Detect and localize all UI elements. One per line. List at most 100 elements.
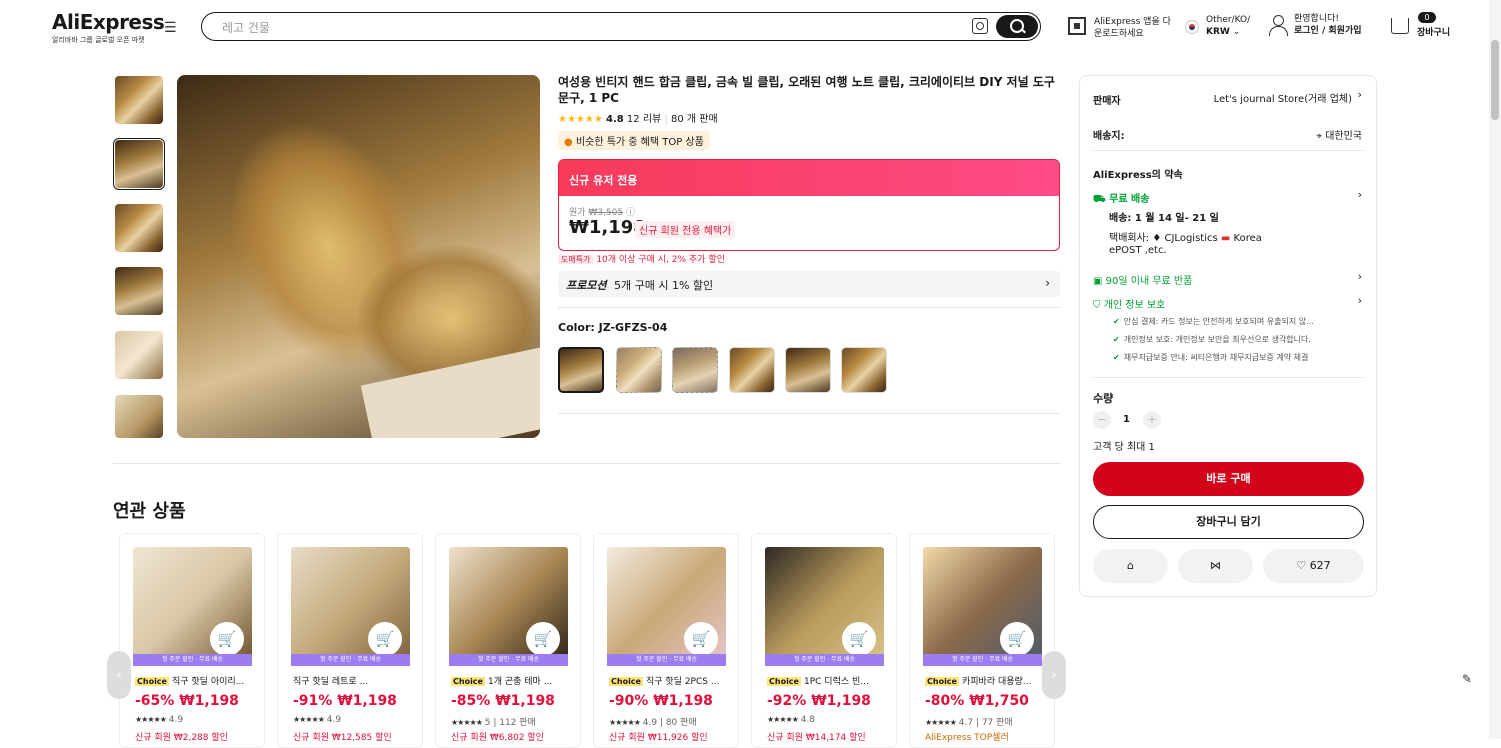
new-user-note: 신규 회원 ₩2,288 할인 <box>135 733 228 743</box>
wishlist-button[interactable]: ♡ 627 <box>1263 549 1364 583</box>
color-option[interactable] <box>558 347 604 393</box>
rating-row[interactable]: ★★★★★ 4.8 12 리뷰 | 80 개 판매 <box>558 110 718 125</box>
color-option[interactable] <box>841 347 887 393</box>
add-cart-icon[interactable]: 🛒 <box>526 622 560 656</box>
bulk-tag: 도매특가 <box>558 255 594 264</box>
color-option[interactable] <box>672 347 718 393</box>
product-image[interactable]: 🛒 <box>449 547 568 666</box>
main-product-image[interactable] <box>177 75 540 438</box>
product-image[interactable]: 🛒 <box>765 547 884 666</box>
color-option[interactable] <box>785 347 831 393</box>
product-card[interactable]: 🛒 첫 주문 할인 · 무료 배송 Choice 1개 곤충 테마 ... -85… <box>435 533 581 748</box>
privacy-protection[interactable]: ⛉ 개인 정보 보호 <box>1093 296 1165 311</box>
product-image[interactable]: 🛒 <box>923 547 1042 666</box>
free-shipping[interactable]: ⛟ 무료 배송 <box>1093 190 1149 207</box>
product-card[interactable]: 🛒 첫 주문 할인 · 무료 배송 Choice 직구 핫딜 2PCS ... -… <box>593 533 739 748</box>
gallery-thumbnail[interactable] <box>115 76 163 124</box>
add-cart-icon[interactable]: 🛒 <box>684 622 718 656</box>
edit-icon[interactable]: ✎ <box>1462 672 1472 686</box>
product-price: -80% ₩1,750 <box>925 693 1029 709</box>
promo-banner: 첫 주문 할인 · 무료 배송 <box>133 654 252 666</box>
quantity-value[interactable]: 1 <box>1123 414 1130 425</box>
product-price: -92% ₩1,198 <box>767 693 871 709</box>
buy-now-button[interactable]: 바로 구매 <box>1093 462 1364 496</box>
product-card[interactable]: 🛒 첫 주문 할인 · 무료 배송 Choice 카피바라 대용량... -80%… <box>909 533 1055 748</box>
product-card[interactable]: 🛒 첫 주문 할인 · 무료 배송 직구 핫딜 레트로 ... -91% ₩1,… <box>277 533 423 748</box>
add-to-cart-button[interactable]: 장바구니 담기 <box>1093 505 1364 539</box>
page-scrollbar[interactable] <box>1489 0 1501 739</box>
add-cart-icon[interactable]: 🛒 <box>210 622 244 656</box>
free-return[interactable]: ▣ 90일 이내 무료 반품 <box>1093 272 1192 287</box>
carousel-next-button[interactable]: › <box>1042 651 1066 699</box>
review-count[interactable]: 12 리뷰 <box>627 114 661 125</box>
aliexpress-logo[interactable]: AliExpress 알리바바 그룹 글로벌 오픈 마켓 <box>52 10 165 45</box>
share-button[interactable]: ⋈ <box>1178 549 1253 583</box>
add-cart-icon[interactable]: 🛒 <box>842 622 876 656</box>
product-rating: ★★★★★ 4.9 <box>293 715 342 725</box>
product-rating: ★★★★★ 5 | 112 판매 <box>451 718 536 728</box>
menu-icon[interactable]: ☰ <box>164 20 180 36</box>
seller-store-link[interactable]: Let's journal Store(거래 업체) <box>1214 90 1352 105</box>
product-rating: ★★★★★ 4.8 <box>767 715 816 725</box>
shield-icon: ⛉ <box>1093 300 1101 311</box>
add-cart-icon[interactable]: 🛒 <box>368 622 402 656</box>
carrier-info: 택배회사: ♦ CJLogistics ▬ Korea <box>1109 233 1262 244</box>
color-option[interactable] <box>616 347 662 393</box>
carousel-prev-button[interactable]: ‹ <box>107 651 131 699</box>
gallery-thumbnail[interactable] <box>113 138 165 190</box>
heart-icon: ♡ <box>1296 559 1307 572</box>
quantity-increase-button[interactable]: + <box>1143 411 1161 429</box>
store-icon: ⌂ <box>1127 559 1134 572</box>
chevron-right-icon: › <box>1357 294 1362 307</box>
search-button[interactable] <box>996 15 1038 38</box>
product-card[interactable]: 🛒 첫 주문 할인 · 무료 배송 Choice 직구 핫딜 아이리... -65… <box>119 533 265 748</box>
ship-to-value[interactable]: ⌖ 대한민국 <box>1316 127 1362 142</box>
promotion-row[interactable]: 프로모션 5개 구매 시 1% 할인 › <box>558 271 1060 297</box>
quantity-label: 수량 <box>1093 392 1114 405</box>
seller-note: AliExpress TOP셀러 <box>925 733 1009 743</box>
product-rating: ★★★★★ 4.7 | 77 판매 <box>925 718 1013 728</box>
product-rating: ★★★★★ 4.9 | 80 판매 <box>609 718 697 728</box>
store-button[interactable]: ⌂ <box>1093 549 1168 583</box>
promotion-label: 프로모션 <box>566 279 607 292</box>
section-divider <box>113 463 1061 464</box>
chevron-right-icon: › <box>1357 188 1362 201</box>
new-user-note: 신규 회원 ₩12,585 할인 <box>293 733 392 743</box>
promo-banner: 첫 주문 할인 · 무료 배송 <box>607 654 726 666</box>
divider <box>1093 377 1364 378</box>
product-image[interactable]: 🛒 <box>133 547 252 666</box>
carrier-etc: ePOST ,etc. <box>1109 245 1167 256</box>
quantity-decrease-button[interactable]: − <box>1093 411 1111 429</box>
new-user-note: 신규 회원 ₩14,174 할인 <box>767 733 866 743</box>
price-box: 신규 유저 전용 원가 ₩3,505 ⓘ ₩1,198 신규 회원 전용 혜택가 <box>558 159 1060 251</box>
gallery-thumbnail[interactable] <box>115 204 163 252</box>
korea-flag-icon <box>1185 20 1199 34</box>
privacy-item: ✔ 채무지급보증 안내: 씨티은행과 채무지급보증 계약 체결 <box>1113 353 1309 362</box>
delivery-date: 배송: 1 월 14 일- 21 일 <box>1109 213 1219 224</box>
search-bar[interactable]: 레고 건물 <box>201 12 1041 41</box>
welcome-text: 환영합니다! <box>1294 14 1340 24</box>
product-name: Choice 직구 핫딜 아이리... <box>135 677 245 687</box>
return-icon: ▣ <box>1093 276 1103 287</box>
bulk-discount: 도매특가 10개 이상 구매 시, 2% 추가 할인 <box>558 252 725 265</box>
image-search-icon[interactable] <box>972 18 988 34</box>
cart-label: 장바구니 <box>1417 28 1451 38</box>
gallery-thumbnail[interactable] <box>115 331 163 379</box>
color-option[interactable] <box>729 347 775 393</box>
gallery-thumbnail[interactable] <box>115 267 163 315</box>
gallery-thumbnail[interactable] <box>115 395 163 438</box>
product-price: -85% ₩1,198 <box>451 693 555 709</box>
chevron-right-icon: › <box>1357 270 1362 283</box>
add-cart-icon[interactable]: 🛒 <box>1000 622 1034 656</box>
logo-subtitle: 알리바바 그룹 글로벌 오픈 마켓 <box>52 36 145 44</box>
promo-banner: 첫 주문 할인 · 무료 배송 <box>923 654 1042 666</box>
product-image[interactable]: 🛒 <box>607 547 726 666</box>
product-image[interactable]: 🛒 <box>291 547 410 666</box>
rating-value: 4.8 <box>606 114 624 125</box>
share-icon: ⋈ <box>1210 559 1221 572</box>
product-name: Choice 1개 곤충 테마 ... <box>451 677 553 687</box>
wishlist-count: 627 <box>1309 559 1331 572</box>
product-card[interactable]: 🛒 첫 주문 할인 · 무료 배송 Choice 1PC 디럭스 빈... -92… <box>751 533 897 748</box>
login-signup-link[interactable]: 로그인 / 회원가입 <box>1294 25 1384 37</box>
search-input[interactable]: 레고 건물 <box>222 19 270 36</box>
